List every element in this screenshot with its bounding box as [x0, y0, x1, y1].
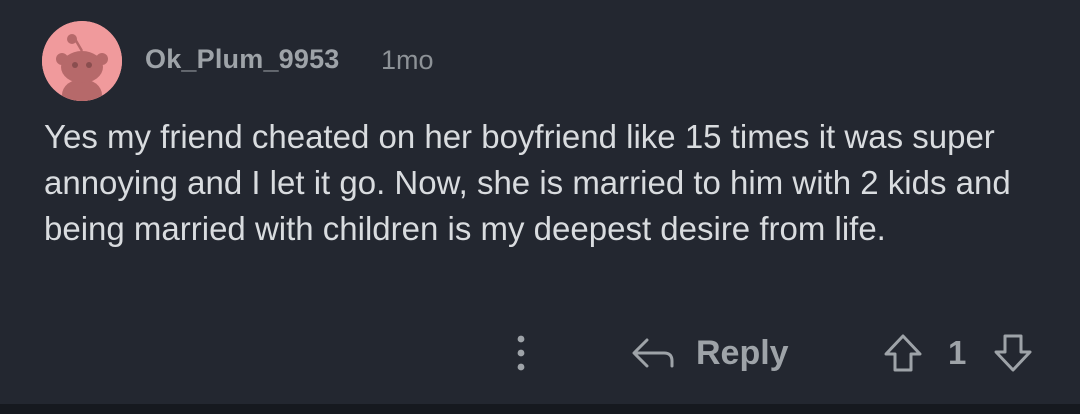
upvote-arrow-icon[interactable] [882, 332, 924, 374]
downvote-arrow-icon[interactable] [992, 332, 1034, 374]
reply-label: Reply [696, 333, 789, 372]
reply-button[interactable]: Reply [630, 330, 789, 376]
comment-body: Yes my friend cheated on her boyfriend l… [44, 118, 1011, 247]
avatar[interactable] [42, 21, 122, 101]
divider [0, 404, 1080, 414]
comment-timestamp: 1mo [381, 45, 434, 75]
vote-count: 1 [948, 334, 967, 371]
comment-author[interactable]: Ok_Plum_9953 [145, 44, 340, 75]
reply-arrow-icon [632, 338, 674, 368]
comment-card: Ok_Plum_9953 1mo Yes my friend cheated o… [0, 0, 1080, 404]
snoo-avatar-icon [42, 21, 122, 101]
more-vertical-icon[interactable] [508, 333, 534, 373]
